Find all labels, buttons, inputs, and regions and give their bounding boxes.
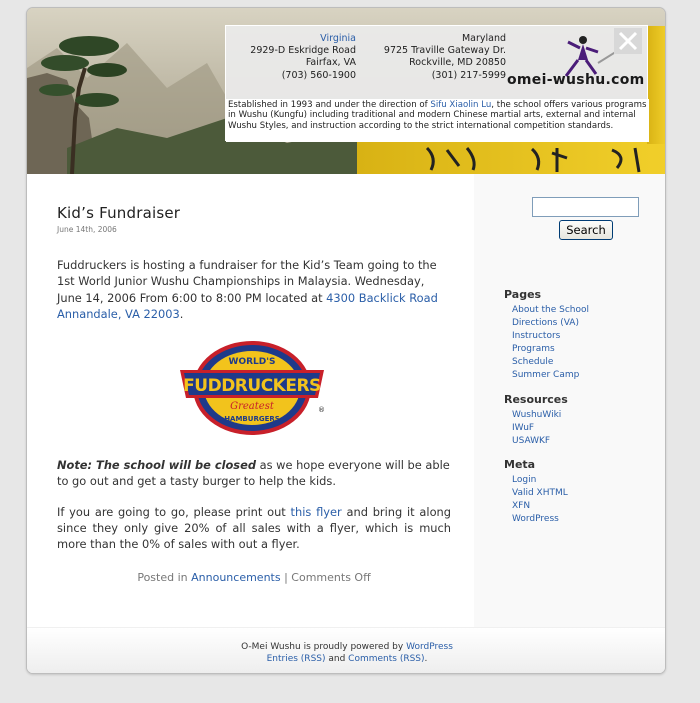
post-paragraph-intro: Fuddruckers is hosting a fundraiser for … bbox=[57, 258, 438, 321]
sidebar-item-valid-xhtml[interactable]: Valid XHTML bbox=[512, 488, 568, 498]
footer-comments-rss-link[interactable]: Comments (RSS) bbox=[348, 654, 424, 664]
sidebar-item-schedule[interactable]: Schedule bbox=[512, 357, 553, 367]
category-link[interactable]: Announcements bbox=[191, 571, 280, 584]
virginia-phone: (703) 560-1900 bbox=[281, 69, 356, 81]
sidebar-item-wordpress[interactable]: WordPress bbox=[512, 514, 559, 524]
virginia-address: 2929-D Eskridge Road bbox=[250, 45, 356, 57]
footer-powered-by: O-Mei Wushu is proudly powered by WordPr… bbox=[241, 642, 453, 652]
virginia-city: Fairfax, VA bbox=[305, 57, 356, 69]
footer-feeds: Entries (RSS) and Comments (RSS). bbox=[266, 653, 428, 664]
virginia-link[interactable]: Virginia bbox=[320, 33, 356, 44]
footer-wordpress-link[interactable]: WordPress bbox=[406, 642, 453, 652]
sidebar-item-instructors[interactable]: Instructors bbox=[512, 331, 560, 341]
post-paragraph-flyer: If you are going to go, please print out… bbox=[57, 504, 451, 552]
resources-widget: Resources WushuWiki IWuF USAWKF bbox=[504, 393, 568, 448]
main-content: Kid’s Fundraiser June 14th, 2006 Fuddruc… bbox=[57, 204, 451, 584]
footer-entries-rss-link[interactable]: Entries (RSS) bbox=[267, 654, 326, 664]
search-input[interactable] bbox=[532, 197, 639, 217]
logo-registered-mark: ® bbox=[318, 406, 325, 414]
sifu-link[interactable]: Sifu Xiaolin Lu bbox=[430, 100, 491, 110]
logo-top-text: WORLD'S bbox=[229, 357, 276, 367]
sidebar-item-summer-camp[interactable]: Summer Camp bbox=[512, 370, 579, 380]
sidebar: Search Pages About the School Directions… bbox=[474, 174, 665, 627]
fuddruckers-logo: WORLD'S FUDDRUCKERS Greatest HAMBURGERS … bbox=[174, 340, 331, 436]
post-entry: Fuddruckers is hosting a fundraiser for … bbox=[57, 257, 451, 553]
page-container: Virginia 2929-D Eskridge Road Fairfax, V… bbox=[26, 7, 666, 674]
pages-widget: Pages About the School Directions (VA) I… bbox=[504, 288, 589, 382]
post-meta: Posted in Announcements | Comments Off bbox=[137, 570, 371, 584]
maryland-name: Maryland bbox=[461, 33, 506, 44]
sidebar-item-about[interactable]: About the School bbox=[512, 305, 589, 315]
sidebar-item-programs[interactable]: Programs bbox=[512, 344, 555, 354]
sidebar-item-xfn[interactable]: XFN bbox=[512, 501, 530, 511]
sidebar-item-directions[interactable]: Directions (VA) bbox=[512, 318, 579, 328]
comments-status: Comments Off bbox=[291, 570, 371, 584]
meta-heading: Meta bbox=[504, 458, 536, 471]
site-footer: O-Mei Wushu is proudly powered by WordPr… bbox=[27, 627, 665, 673]
logo-main-text: FUDDRUCKERS bbox=[183, 376, 321, 396]
post-title[interactable]: Kid’s Fundraiser bbox=[57, 204, 451, 222]
maryland-address: 9725 Traville Gateway Dr. bbox=[383, 45, 506, 57]
post-paragraph-note: Note: The school will be closed as we ho… bbox=[57, 458, 450, 489]
maryland-location: Maryland 9725 Traville Gateway Dr. Rockv… bbox=[376, 33, 506, 82]
site-name-logo: omei-wushu.com bbox=[507, 72, 645, 88]
sidebar-item-login[interactable]: Login bbox=[512, 475, 536, 485]
post-date: June 14th, 2006 bbox=[57, 225, 117, 234]
logo-sub-text: Greatest bbox=[230, 401, 275, 412]
closed-note: Note: The school will be closed bbox=[57, 458, 256, 473]
flyer-link[interactable]: this flyer bbox=[291, 505, 342, 519]
maryland-city: Rockville, MD 20850 bbox=[409, 57, 506, 69]
resources-heading: Resources bbox=[504, 393, 568, 406]
pages-heading: Pages bbox=[504, 288, 542, 301]
virginia-location: Virginia 2929-D Eskridge Road Fairfax, V… bbox=[226, 33, 356, 82]
site-header: Virginia 2929-D Eskridge Road Fairfax, V… bbox=[27, 8, 665, 174]
maryland-phone: (301) 217-5999 bbox=[431, 69, 506, 81]
about-school-text: Established in 1993 and under the direct… bbox=[226, 99, 649, 142]
meta-widget: Meta Login Valid XHTML XFN WordPress bbox=[504, 458, 568, 526]
sidebar-item-wushuwiki[interactable]: WushuWiki bbox=[512, 410, 561, 420]
sidebar-item-iwuf[interactable]: IWuF bbox=[512, 423, 534, 433]
sidebar-item-usawkf[interactable]: USAWKF bbox=[512, 436, 550, 446]
search-button[interactable]: Search bbox=[559, 220, 613, 240]
contact-info-box: Virginia 2929-D Eskridge Road Fairfax, V… bbox=[225, 25, 649, 142]
logo-bottom-text: HAMBURGERS bbox=[224, 415, 280, 423]
